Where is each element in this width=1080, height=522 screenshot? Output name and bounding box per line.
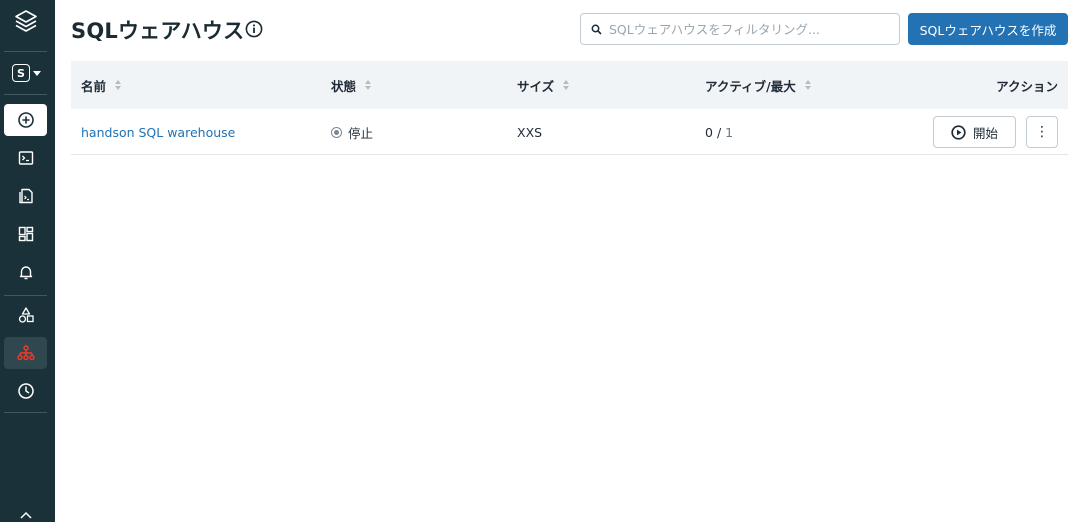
plus-circle-icon: [17, 112, 34, 128]
clock-icon: [17, 383, 34, 399]
start-button[interactable]: 開始: [933, 116, 1016, 148]
table-header: 名前 状態 サイズ アクティブ/最大 アクション: [71, 61, 1068, 109]
sidebar-item-sql-editor[interactable]: [4, 142, 47, 174]
bell-icon: [19, 266, 32, 280]
sort-icon: [804, 80, 811, 90]
warehouse-name-cell: handson SQL warehouse: [81, 109, 235, 155]
page-title: SQLウェアハウス: [71, 19, 245, 43]
status-label: 停止: [348, 125, 374, 141]
column-header-label: アクション: [996, 78, 1058, 94]
column-header-name[interactable]: 名前: [81, 61, 122, 109]
sidebar-item-query-history[interactable]: [4, 375, 47, 407]
search-icon: [591, 24, 602, 35]
sidebar: S: [0, 0, 55, 522]
sidebar-item-queries[interactable]: [4, 180, 47, 212]
status-cell: 停止: [331, 109, 373, 155]
search-field[interactable]: [580, 13, 900, 45]
sidebar-item-data[interactable]: [4, 299, 47, 331]
sidebar-item-sql-warehouses[interactable]: [4, 337, 47, 369]
active-separator: /: [716, 124, 722, 140]
table-row: handson SQL warehouse 停止 XXS 0 / 1 開始 ⋮: [71, 109, 1068, 155]
column-header-label: サイズ: [517, 78, 555, 94]
warehouses-table: 名前 状態 サイズ アクティブ/最大 アクション handson SQL war…: [71, 61, 1068, 155]
column-header-label: 名前: [81, 78, 107, 94]
data-shapes-icon: [18, 307, 34, 323]
active-max-cell: 0 / 1: [705, 109, 733, 155]
warehouse-icon: [16, 345, 35, 361]
column-header-actions: アクション: [996, 61, 1058, 109]
warehouse-name-link[interactable]: handson SQL warehouse: [81, 125, 235, 140]
play-circle-icon: [951, 124, 966, 140]
sidebar-divider: [4, 94, 47, 95]
active-count: 0: [705, 124, 713, 140]
persona-letter: S: [12, 64, 30, 82]
search-input[interactable]: [609, 21, 889, 37]
collapse-sidebar-icon[interactable]: [4, 508, 47, 522]
create-warehouse-button[interactable]: SQLウェアハウスを作成: [908, 13, 1068, 45]
sort-icon: [563, 80, 570, 90]
column-header-label: 状態: [331, 78, 357, 94]
queries-icon: [18, 188, 33, 204]
terminal-icon: [18, 151, 33, 165]
size-cell: XXS: [517, 124, 543, 140]
stopped-status-icon: [331, 126, 342, 138]
sort-icon: [365, 80, 372, 90]
sidebar-item-dashboards[interactable]: [4, 218, 47, 250]
column-header-active-max[interactable]: アクティブ/最大: [705, 61, 811, 109]
column-header-size[interactable]: サイズ: [517, 61, 570, 109]
dashboard-icon: [18, 226, 33, 242]
sidebar-item-alerts[interactable]: [4, 256, 47, 288]
databricks-logo-icon[interactable]: [4, 6, 47, 38]
sort-icon: [115, 80, 122, 90]
more-actions-button[interactable]: ⋮: [1026, 116, 1058, 148]
max-count: 1: [725, 124, 734, 140]
column-header-label: アクティブ/最大: [705, 78, 796, 94]
sidebar-divider: [4, 51, 47, 52]
column-header-status[interactable]: 状態: [331, 61, 372, 109]
start-button-label: 開始: [972, 125, 998, 141]
persona-switcher[interactable]: S: [12, 63, 41, 83]
info-icon[interactable]: [245, 20, 263, 38]
sidebar-divider: [4, 412, 47, 413]
sidebar-item-new[interactable]: [4, 104, 47, 136]
kebab-menu-icon: ⋮: [1035, 124, 1049, 140]
chevron-down-icon: [33, 70, 41, 76]
sidebar-divider: [4, 295, 47, 296]
